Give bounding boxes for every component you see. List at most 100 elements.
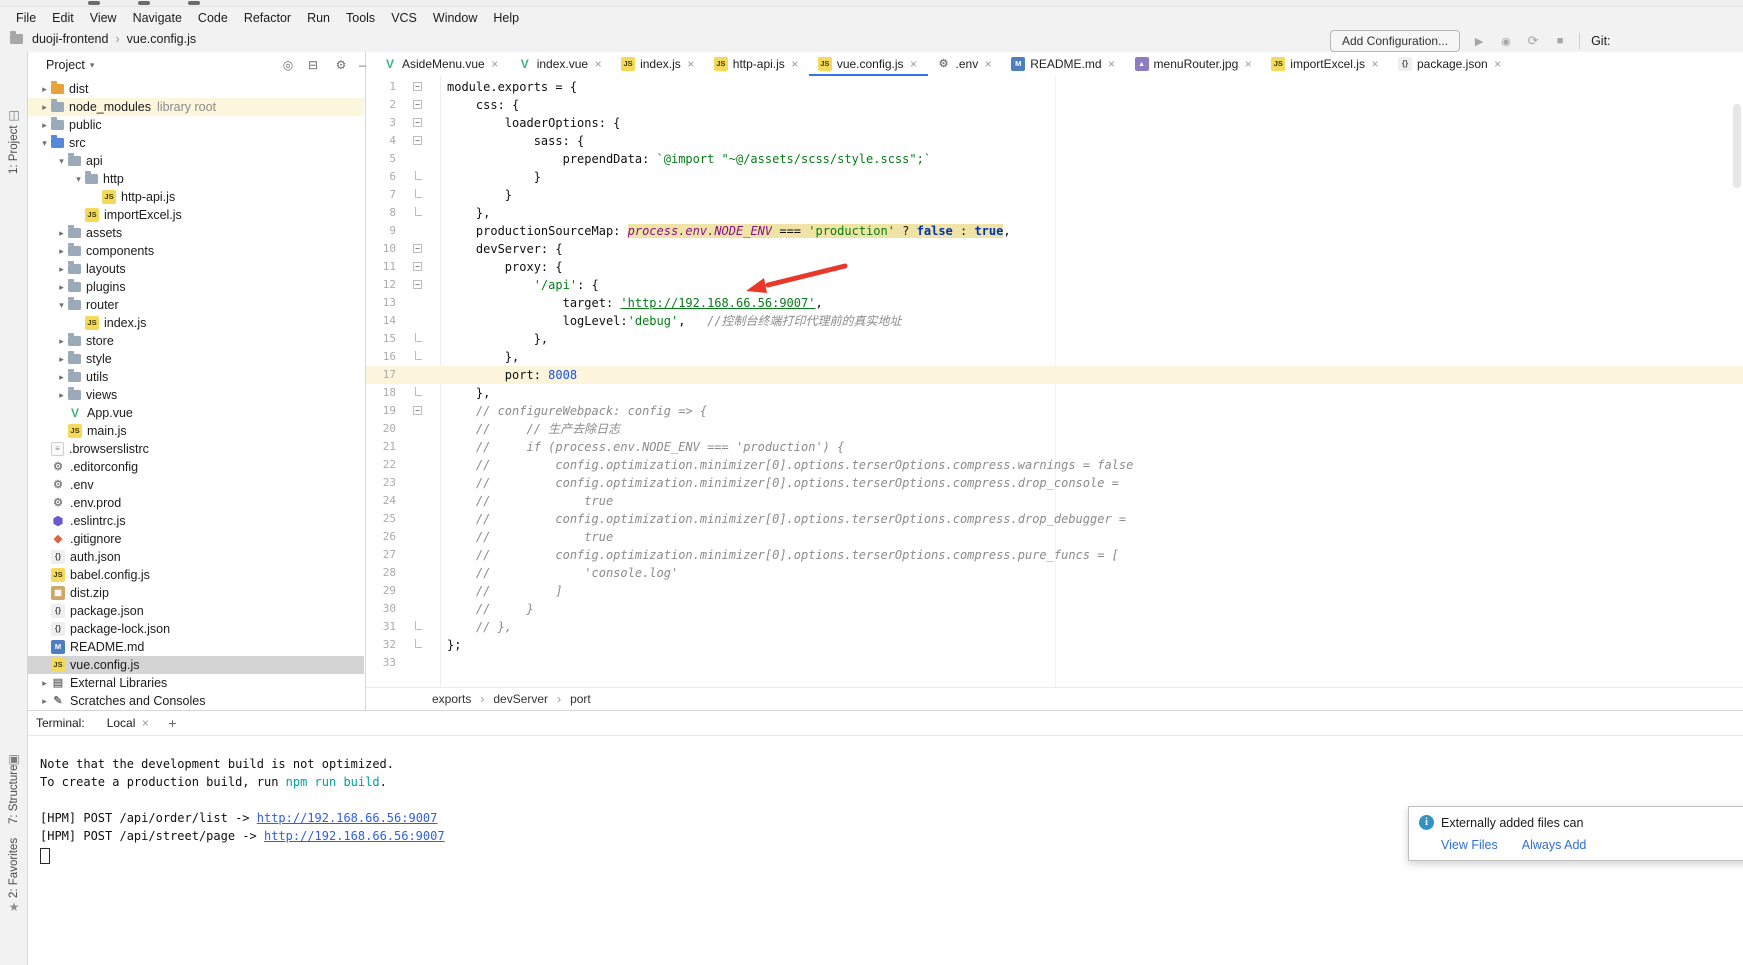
new-terminal-icon[interactable]: [168, 715, 176, 731]
close-icon[interactable]: [140, 716, 150, 730]
code-line[interactable]: 7 }: [366, 186, 1743, 204]
tree-item[interactable]: http: [28, 170, 364, 188]
code-line[interactable]: 11 proxy: {: [366, 258, 1743, 276]
tree-item[interactable]: package.json: [28, 602, 364, 620]
code-line[interactable]: 33: [366, 654, 1743, 672]
run-icon[interactable]: [1471, 33, 1487, 49]
tree-item[interactable]: router: [28, 296, 364, 314]
code-line[interactable]: 9 productionSourceMap: process.env.NODE_…: [366, 222, 1743, 240]
editor-tab[interactable]: http-api.js: [705, 52, 809, 76]
tree-item[interactable]: .env: [28, 476, 364, 494]
code-line[interactable]: 24 // true: [366, 492, 1743, 510]
chevron-down-icon[interactable]: [38, 138, 51, 149]
editor-tab[interactable]: .env: [928, 52, 1003, 76]
chevron-right-icon[interactable]: [38, 102, 51, 113]
chevron-down-icon[interactable]: [72, 174, 85, 185]
tree-item[interactable]: node_moduleslibrary root: [28, 98, 364, 116]
chevron-right-icon[interactable]: [55, 246, 68, 257]
tree-item[interactable]: Scratches and Consoles: [28, 692, 364, 710]
project-panel-title[interactable]: Project: [46, 58, 85, 72]
tool-window-project-button[interactable]: 1: Project: [8, 125, 20, 174]
menu-item-vcs[interactable]: VCS: [383, 9, 425, 27]
code-line[interactable]: 13 target: 'http://192.168.66.56:9007',: [366, 294, 1743, 312]
close-icon[interactable]: [686, 57, 696, 71]
close-icon[interactable]: [983, 57, 993, 71]
editor-tab[interactable]: index.vue: [509, 52, 612, 76]
tool-window-structure-button[interactable]: 7: Structure: [8, 765, 20, 824]
code-line[interactable]: 29 // ]: [366, 582, 1743, 600]
tree-item[interactable]: App.vue: [28, 404, 364, 422]
close-icon[interactable]: [1243, 57, 1253, 71]
close-icon[interactable]: [909, 57, 919, 71]
tree-item[interactable]: assets: [28, 224, 364, 242]
favorites-star-icon[interactable]: [7, 900, 21, 914]
gear-icon[interactable]: [333, 57, 349, 73]
tree-item[interactable]: layouts: [28, 260, 364, 278]
menu-item-view[interactable]: View: [82, 9, 125, 27]
chevron-right-icon[interactable]: [55, 264, 68, 275]
chevron-right-icon[interactable]: [55, 390, 68, 401]
fold-marker[interactable]: [413, 406, 422, 415]
tree-item[interactable]: src: [28, 134, 364, 152]
editor-tab[interactable]: README.md: [1002, 52, 1125, 76]
code-line[interactable]: 21 // if (process.env.NODE_ENV === 'prod…: [366, 438, 1743, 456]
chevron-right-icon[interactable]: [55, 282, 68, 293]
editor-tab[interactable]: index.js: [612, 52, 705, 76]
tree-item[interactable]: vue.config.js: [28, 656, 364, 674]
tree-item[interactable]: .gitignore: [28, 530, 364, 548]
chevron-right-icon[interactable]: [55, 354, 68, 365]
code-line[interactable]: 17 port: 8008: [366, 366, 1743, 384]
tree-item[interactable]: api: [28, 152, 364, 170]
chevron-right-icon[interactable]: [38, 696, 51, 707]
chevron-right-icon[interactable]: [55, 336, 68, 347]
project-tool-icon[interactable]: [7, 108, 21, 122]
menu-item-run[interactable]: Run: [299, 9, 338, 27]
editor-tab[interactable]: package.json: [1389, 52, 1512, 76]
fold-marker[interactable]: [413, 118, 422, 127]
code-line[interactable]: 20 // // 生产去除日志: [366, 420, 1743, 438]
code-line[interactable]: 6 }: [366, 168, 1743, 186]
tree-item[interactable]: main.js: [28, 422, 364, 440]
editor-tab[interactable]: importExcel.js: [1262, 52, 1389, 76]
breadcrumb-item[interactable]: duoji-frontend: [30, 32, 110, 46]
editor-breadcrumb-item[interactable]: exports: [432, 692, 471, 706]
locate-file-icon[interactable]: [280, 57, 296, 73]
close-icon[interactable]: [1370, 57, 1380, 71]
code-line[interactable]: 16 },: [366, 348, 1743, 366]
code-line[interactable]: 8 },: [366, 204, 1743, 222]
terminal-title[interactable]: Terminal:: [36, 716, 85, 730]
menu-item-help[interactable]: Help: [485, 9, 527, 27]
fold-marker[interactable]: [413, 262, 422, 271]
code-line[interactable]: 22 // config.optimization.minimizer[0].o…: [366, 456, 1743, 474]
tool-window-favorites-button[interactable]: 2: Favorites: [8, 838, 20, 898]
tree-item[interactable]: store: [28, 332, 364, 350]
code-line[interactable]: 26 // true: [366, 528, 1743, 546]
editor-breadcrumb-item[interactable]: port: [548, 692, 591, 706]
tree-item[interactable]: importExcel.js: [28, 206, 364, 224]
chevron-down-icon[interactable]: [55, 156, 68, 167]
tree-item[interactable]: components: [28, 242, 364, 260]
close-icon[interactable]: [593, 57, 603, 71]
code-line[interactable]: 18 },: [366, 384, 1743, 402]
tree-item[interactable]: .env.prod: [28, 494, 364, 512]
chevron-right-icon[interactable]: [38, 84, 51, 95]
code-line[interactable]: 28 // 'console.log': [366, 564, 1743, 582]
editor-breadcrumb-item[interactable]: devServer: [471, 692, 548, 706]
code-line[interactable]: 32};: [366, 636, 1743, 654]
tree-item[interactable]: style: [28, 350, 364, 368]
fold-marker[interactable]: [413, 244, 422, 253]
tree-item[interactable]: http-api.js: [28, 188, 364, 206]
tree-item[interactable]: .eslintrc.js: [28, 512, 364, 530]
code-line[interactable]: 2 css: {: [366, 96, 1743, 114]
terminal-link[interactable]: http://192.168.66.56:9007: [257, 811, 438, 825]
tree-item[interactable]: External Libraries: [28, 674, 364, 692]
close-icon[interactable]: [1493, 57, 1503, 71]
tree-item[interactable]: dist: [28, 80, 364, 98]
menu-item-code[interactable]: Code: [190, 9, 236, 27]
code-line[interactable]: 5 prependData: `@import "~@/assets/scss/…: [366, 150, 1743, 168]
close-icon[interactable]: [490, 57, 500, 71]
code-line[interactable]: 27 // config.optimization.minimizer[0].o…: [366, 546, 1743, 564]
code-line[interactable]: 1module.exports = {: [366, 78, 1743, 96]
code-line[interactable]: 25 // config.optimization.minimizer[0].o…: [366, 510, 1743, 528]
menu-item-file[interactable]: File: [8, 9, 44, 27]
